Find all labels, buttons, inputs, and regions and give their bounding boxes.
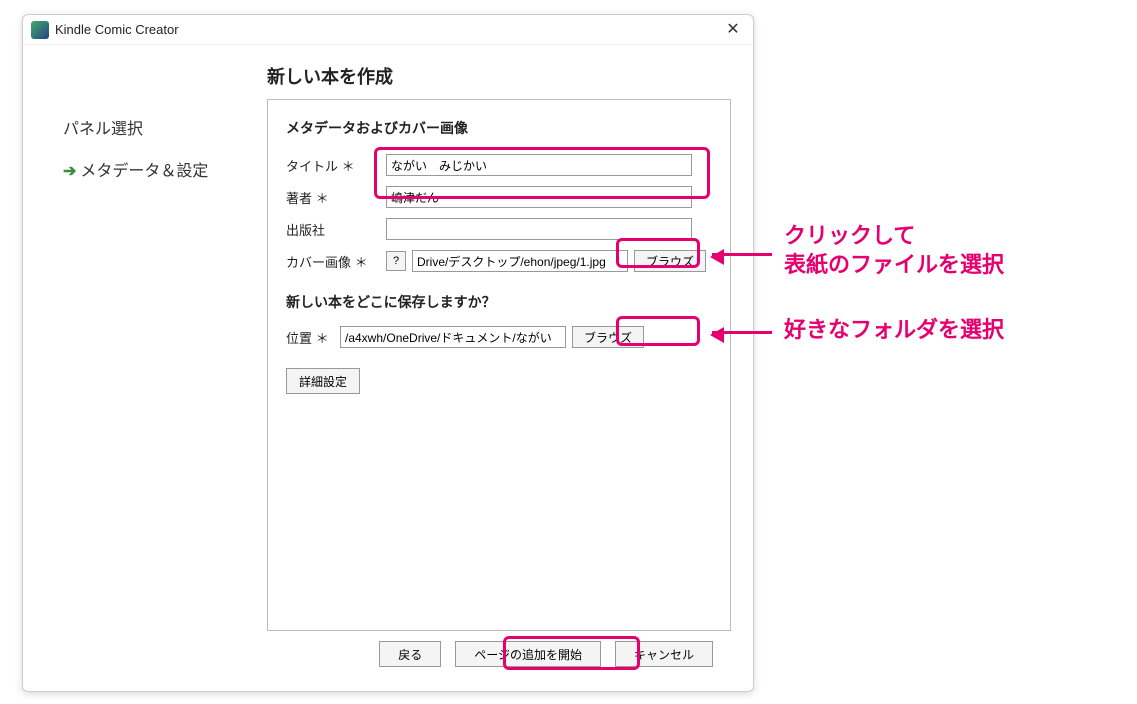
cover-help-button[interactable]: ? bbox=[386, 251, 406, 271]
annotation-location-text: 好きなフォルダを選択 bbox=[784, 317, 1004, 342]
annotation-cover: クリックして 表紙のファイルを選択 bbox=[784, 222, 1004, 279]
cover-row: カバー画像 ＊ ? ブラウズ bbox=[286, 250, 712, 272]
cover-browse-button[interactable]: ブラウズ bbox=[634, 250, 706, 272]
save-location-heading: 新しい本をどこに保存しますか？ bbox=[286, 292, 712, 312]
location-path-input[interactable] bbox=[340, 326, 566, 348]
publisher-input[interactable] bbox=[386, 218, 692, 240]
title-row: タイトル ＊ bbox=[286, 154, 712, 176]
publisher-label: 出版社 bbox=[286, 220, 386, 239]
arrow-to-location-browse bbox=[712, 331, 772, 334]
window-body: パネル選択 ➔メタデータ＆設定 新しい本を作成 メタデータおよびカバー画像 タイ… bbox=[23, 45, 753, 691]
publisher-row: 出版社 bbox=[286, 218, 712, 240]
window-title: Kindle Comic Creator bbox=[55, 22, 721, 37]
cover-path-input[interactable] bbox=[412, 250, 628, 272]
advanced-settings-button[interactable]: 詳細設定 bbox=[286, 368, 360, 394]
annotation-location: 好きなフォルダを選択 bbox=[784, 316, 1004, 345]
author-input[interactable] bbox=[386, 186, 692, 208]
author-label: 著者 ＊ bbox=[286, 188, 386, 207]
close-icon[interactable]: ✕ bbox=[721, 18, 745, 42]
sidebar-step-metadata-label: メタデータ＆設定 bbox=[80, 163, 208, 180]
start-add-pages-button[interactable]: ページの追加を開始 bbox=[455, 641, 601, 667]
footer-buttons: 戻る ページの追加を開始 キャンセル bbox=[267, 631, 731, 681]
sidebar-step-metadata[interactable]: ➔メタデータ＆設定 bbox=[63, 157, 223, 181]
metadata-heading: メタデータおよびカバー画像 bbox=[286, 118, 712, 138]
arrow-right-icon: ➔ bbox=[63, 163, 76, 180]
app-window: Kindle Comic Creator ✕ パネル選択 ➔メタデータ＆設定 新… bbox=[22, 14, 754, 692]
cover-label: カバー画像 ＊ bbox=[286, 252, 386, 271]
location-row: 位置 ＊ ブラウズ bbox=[286, 326, 712, 348]
title-input[interactable] bbox=[386, 154, 692, 176]
wizard-sidebar: パネル選択 ➔メタデータ＆設定 bbox=[23, 45, 243, 691]
location-browse-button[interactable]: ブラウズ bbox=[572, 326, 644, 348]
annotation-cover-line2: 表紙のファイルを選択 bbox=[784, 251, 1004, 280]
author-row: 著者 ＊ bbox=[286, 186, 712, 208]
cancel-button[interactable]: キャンセル bbox=[615, 641, 713, 667]
main-panel: 新しい本を作成 メタデータおよびカバー画像 タイトル ＊ 著者 ＊ 出版社 カバ… bbox=[243, 45, 753, 691]
page-title: 新しい本を作成 bbox=[267, 63, 731, 89]
annotation-cover-line1: クリックして bbox=[784, 222, 1004, 251]
title-label: タイトル ＊ bbox=[286, 156, 386, 175]
arrow-to-cover-browse bbox=[712, 253, 772, 256]
location-label: 位置 ＊ bbox=[286, 328, 340, 347]
back-button[interactable]: 戻る bbox=[379, 641, 441, 667]
app-icon bbox=[31, 21, 49, 39]
title-bar: Kindle Comic Creator ✕ bbox=[23, 15, 753, 45]
sidebar-step-panel-select[interactable]: パネル選択 bbox=[63, 115, 223, 139]
form-panel: メタデータおよびカバー画像 タイトル ＊ 著者 ＊ 出版社 カバー画像 ＊ ? bbox=[267, 99, 731, 631]
